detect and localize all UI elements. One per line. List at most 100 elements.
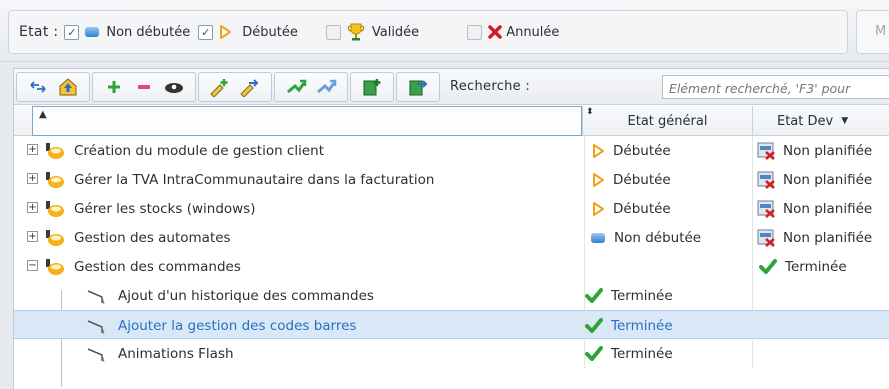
doc-add-icon — [363, 78, 381, 95]
add-button[interactable] — [102, 75, 126, 99]
filter-validated-checkbox[interactable]: ✓ — [325, 24, 341, 40]
table-row[interactable]: Ajout d'un historique des commandes Term… — [14, 281, 889, 310]
expand-toggle[interactable]: + — [27, 173, 38, 184]
expand-toggle[interactable]: + — [27, 202, 38, 213]
etat-dev-value: Non planifiée — [783, 200, 873, 217]
started-icon — [593, 143, 604, 158]
doc-arrow-icon — [409, 79, 428, 95]
subtask-pen-icon — [87, 289, 105, 304]
table-row-selected[interactable]: Ajouter la gestion des codes barres Term… — [14, 310, 889, 340]
filter-started-checkbox[interactable]: ✓ — [198, 24, 214, 40]
task-name: Gérer les stocks (windows) — [74, 200, 256, 217]
task-name: Ajout d'un historique des commandes — [118, 287, 374, 304]
search-label: Recherche : — [450, 79, 531, 94]
started-icon — [220, 25, 232, 39]
toolbar: Recherche : — [14, 69, 889, 105]
toolbar-group-edit — [92, 71, 196, 102]
not-planned-icon — [757, 200, 775, 218]
extra-filter-field[interactable]: M — [856, 10, 889, 54]
new-child-button[interactable] — [208, 75, 232, 99]
started-icon — [593, 172, 604, 187]
expand-toggle[interactable]: + — [27, 144, 38, 155]
remove-button[interactable] — [132, 75, 156, 99]
downgrade-button[interactable] — [314, 75, 338, 99]
not-planned-icon — [757, 171, 775, 189]
eye-icon — [165, 82, 183, 93]
swap-arrows-icon — [30, 80, 46, 93]
status-filter-group: Etat : ✓ Non débutée ✓ Débutée ✓ — [8, 10, 848, 54]
minus-icon — [138, 84, 150, 89]
etat-general-value: Débutée — [613, 142, 671, 159]
filter-validated-label: Validée — [371, 24, 420, 40]
toolbar-group-move — [198, 71, 272, 102]
check-icon — [585, 345, 603, 361]
task-tree-panel: Recherche : ▲ ⬍ Etat général Etat Dev ▼ … — [13, 68, 889, 389]
dropdown-arrow-icon[interactable]: ▼ — [841, 116, 848, 126]
task-folder-icon — [46, 142, 64, 159]
sort-icon: ⬍ — [586, 107, 594, 117]
table-row[interactable]: − Gestion des commandes Terminée — [14, 252, 889, 281]
search-input[interactable] — [662, 75, 889, 99]
etat-dev-value: Non planifiée — [783, 171, 873, 188]
check-icon — [585, 287, 603, 303]
etat-general-value: Débutée — [613, 200, 671, 217]
etat-general-value: Terminée — [611, 317, 673, 334]
started-icon — [593, 201, 604, 216]
swap-arrows-button[interactable] — [26, 75, 50, 99]
grid-header: ▲ ⬍ Etat général Etat Dev ▼ — [14, 106, 889, 136]
filter-cancelled-checkbox[interactable]: ✓ — [467, 24, 483, 40]
not-planned-icon — [757, 229, 775, 247]
green-arrow-icon — [287, 79, 307, 93]
column-header-name[interactable]: ▲ — [32, 106, 582, 136]
filter-cancelled[interactable]: ✓ Annulée — [467, 24, 559, 40]
table-row[interactable]: + Création du module de gestion client D… — [14, 136, 889, 165]
table-row[interactable]: + Gestion des automates Non débutée Non … — [14, 223, 889, 252]
check-icon — [759, 258, 777, 274]
move-button[interactable] — [238, 75, 262, 99]
filter-not-started-checkbox[interactable]: ✓ — [64, 24, 80, 40]
table-row[interactable]: + Gérer la TVA IntraCommunautaire dans l… — [14, 165, 889, 194]
sort-up-icon: ▲ — [39, 109, 47, 120]
filter-started[interactable]: ✓ Débutée — [198, 24, 298, 40]
blue-arrow-icon — [317, 79, 337, 93]
not-planned-icon — [757, 142, 775, 160]
etat-general-value: Terminée — [611, 287, 673, 304]
task-name: Gestion des commandes — [74, 258, 241, 275]
plus-icon — [108, 80, 120, 93]
task-folder-icon — [46, 171, 64, 188]
table-row[interactable]: + Gérer les stocks (windows) Débutée Non… — [14, 194, 889, 223]
etat-general-value: Terminée — [611, 345, 673, 362]
expand-toggle[interactable]: + — [27, 231, 38, 242]
doc-move-button[interactable] — [406, 75, 430, 99]
not-started-icon — [591, 232, 605, 243]
etat-general-value: Débutée — [613, 171, 671, 188]
toolbar-group-doc2 — [396, 71, 440, 102]
column-header-etat-general-label: Etat général — [627, 113, 708, 129]
column-header-etat-dev[interactable]: Etat Dev ▼ — [752, 106, 889, 136]
task-name: Gérer la TVA IntraCommunautaire dans la … — [74, 171, 435, 188]
task-folder-icon — [46, 229, 64, 246]
filter-label: Etat : — [19, 24, 59, 40]
home-up-button[interactable] — [56, 75, 80, 99]
cancel-x-icon — [488, 25, 502, 39]
filter-cancelled-label: Annulée — [506, 24, 560, 40]
table-row[interactable]: Animations Flash Terminée — [14, 339, 889, 368]
column-header-etat-general[interactable]: ⬍ Etat général — [582, 106, 752, 136]
upgrade-button[interactable] — [284, 75, 308, 99]
task-name: Ajouter la gestion des codes barres — [118, 317, 357, 334]
doc-add-button[interactable] — [360, 75, 384, 99]
task-name: Animations Flash — [118, 345, 234, 362]
toolbar-group-doc1 — [350, 71, 394, 102]
filter-not-started[interactable]: ✓ Non débutée — [64, 24, 191, 40]
etat-dev-value: Non planifiée — [783, 229, 873, 246]
filter-not-started-label: Non débutée — [106, 24, 191, 40]
check-icon — [585, 317, 603, 333]
task-folder-icon — [46, 200, 64, 217]
pencil-plus-icon — [210, 78, 228, 97]
view-button[interactable] — [162, 75, 186, 99]
collapse-toggle[interactable]: − — [27, 260, 38, 271]
column-header-etat-dev-label: Etat Dev — [777, 113, 834, 129]
task-name: Création du module de gestion client — [74, 142, 325, 159]
trophy-icon — [347, 23, 365, 41]
filter-validated[interactable]: ✓ Validée — [325, 22, 420, 42]
